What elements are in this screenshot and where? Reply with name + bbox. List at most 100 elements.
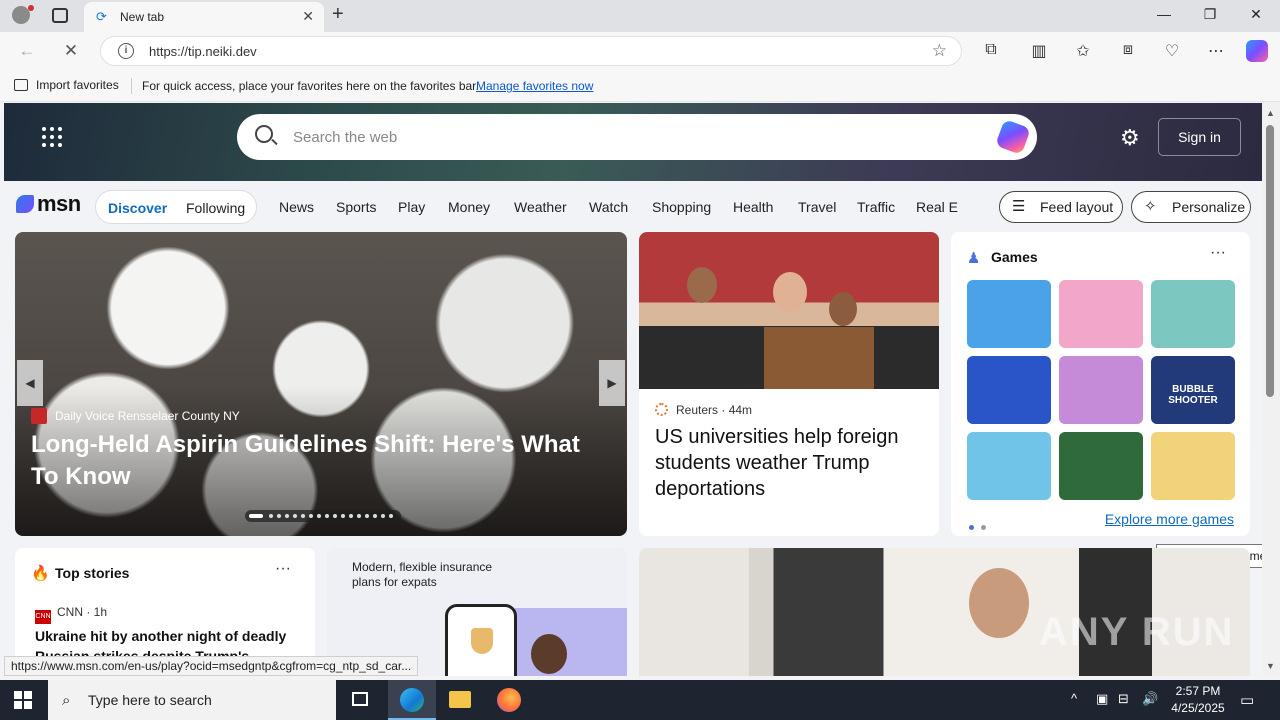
more-options-icon[interactable]: ··· <box>275 560 291 578</box>
carousel-prev-icon[interactable]: ◀ <box>17 360 43 406</box>
explore-more-games-link[interactable]: Explore more games <box>1105 511 1234 527</box>
block-puzzle-game-tile[interactable] <box>967 356 1051 424</box>
nav-sports[interactable]: Sports <box>336 199 376 215</box>
news-card-reuters[interactable]: Reuters · 44m US universities help forei… <box>639 232 939 536</box>
carousel-dot[interactable] <box>309 514 313 518</box>
stop-loading-icon[interactable]: ✕ <box>60 41 82 61</box>
show-hidden-icons-icon[interactable]: ^ <box>1071 691 1077 706</box>
carousel-dot[interactable] <box>317 514 321 518</box>
carousel-dot[interactable] <box>349 514 353 518</box>
nav-travel[interactable]: Travel <box>798 199 836 215</box>
scroll-down-icon[interactable]: ▼ <box>1266 661 1275 671</box>
carousel-dot[interactable] <box>389 514 393 518</box>
foot-doctor-game-tile[interactable] <box>967 432 1051 500</box>
tab-following[interactable]: Following <box>186 200 245 216</box>
tab-new-tab[interactable]: ⟳ New tab ✕ <box>84 2 324 32</box>
carousel-dot[interactable] <box>381 514 385 518</box>
taskbar-search-box[interactable]: ⌕ Type here to search <box>48 680 336 720</box>
url-text[interactable]: https://tip.neiki.dev <box>149 44 257 59</box>
minimize-icon[interactable]: — <box>1154 6 1174 22</box>
more-options-icon[interactable]: ··· <box>1210 244 1226 262</box>
task-view-icon[interactable] <box>336 680 384 720</box>
close-tab-icon[interactable]: ✕ <box>302 8 314 25</box>
manage-favorites-link[interactable]: Manage favorites now <box>476 79 593 93</box>
story-game-tile[interactable] <box>1151 280 1235 348</box>
settings-gear-icon[interactable]: ⚙ <box>1120 125 1140 151</box>
pager-dot[interactable] <box>969 525 974 530</box>
windows-start-icon[interactable] <box>14 691 32 709</box>
import-favorites-button[interactable]: Import favorites <box>14 78 119 92</box>
nav-health[interactable]: Health <box>733 199 773 215</box>
carousel-dot[interactable] <box>325 514 329 518</box>
favorites-icon[interactable]: ✩ <box>1073 41 1093 61</box>
personalize-button[interactable]: ✧ Personalize <box>1131 191 1251 223</box>
lifestyle-card[interactable]: ANY RUN <box>639 548 1250 676</box>
firefox-icon[interactable] <box>484 680 532 720</box>
dress-up-game-tile[interactable] <box>1059 280 1143 348</box>
copilot-search-icon[interactable] <box>995 119 1031 155</box>
web-search-box[interactable]: Search the web <box>237 114 1037 160</box>
hero-source[interactable]: Daily Voice Rensselaer County NY <box>31 408 240 424</box>
nav-traffic[interactable]: Traffic <box>857 199 895 215</box>
apps-launcher-icon[interactable] <box>42 127 62 147</box>
nav-money[interactable]: Money <box>448 199 490 215</box>
back-icon[interactable]: ← <box>16 41 38 61</box>
device-icon[interactable]: ▣ <box>1096 691 1108 707</box>
file-explorer-icon[interactable] <box>436 680 484 720</box>
browser-essentials-icon[interactable]: ♡ <box>1162 41 1182 61</box>
carousel-dot[interactable] <box>285 514 289 518</box>
makeup-game-tile[interactable] <box>1059 356 1143 424</box>
carousel-dot[interactable] <box>373 514 377 518</box>
copilot-icon[interactable] <box>1246 40 1268 62</box>
split-screen-icon[interactable]: ▥ <box>1029 41 1049 61</box>
nav-weather[interactable]: Weather <box>514 199 567 215</box>
carousel-dot[interactable] <box>277 514 281 518</box>
reuters-headline[interactable]: US universities help foreign students we… <box>655 424 927 502</box>
site-info-icon[interactable]: i <box>118 43 134 59</box>
carousel-dot[interactable] <box>333 514 337 518</box>
more-menu-icon[interactable]: ⋯ <box>1206 41 1226 61</box>
nav-play[interactable]: Play <box>398 199 425 215</box>
new-tab-icon[interactable]: + <box>332 3 344 26</box>
carousel-dot[interactable] <box>293 514 297 518</box>
hero-headline[interactable]: Long-Held Aspirin Guidelines Shift: Here… <box>31 429 611 493</box>
carousel-next-icon[interactable]: ▶ <box>599 360 625 406</box>
favorite-star-icon[interactable]: ☆ <box>932 41 947 61</box>
restore-icon[interactable]: ❐ <box>1200 6 1220 23</box>
address-bar[interactable]: i https://tip.neiki.dev ☆ <box>100 36 962 66</box>
extensions-icon[interactable]: ⧉ <box>981 41 1001 59</box>
carousel-dot[interactable] <box>357 514 361 518</box>
tab-actions-icon[interactable] <box>52 8 68 23</box>
carousel-dot[interactable] <box>365 514 369 518</box>
sign-in-button[interactable]: Sign in <box>1158 118 1241 156</box>
close-window-icon[interactable]: ✕ <box>1246 6 1266 23</box>
page-scrollbar[interactable]: ▲ ▼ <box>1262 103 1280 676</box>
nav-real-estate[interactable]: Real E <box>916 199 958 215</box>
collections-icon[interactable]: ⧈ <box>1118 41 1138 59</box>
taskbar-clock[interactable]: 2:57 PM 4/25/2025 <box>1168 683 1228 717</box>
msn-logo[interactable]: msn <box>16 191 81 217</box>
tab-discover[interactable]: Discover <box>108 200 167 216</box>
feed-layout-button[interactable]: ☰ Feed layout <box>999 191 1123 223</box>
pager-dot[interactable] <box>981 525 986 530</box>
network-icon[interactable]: ⊟ <box>1118 691 1129 707</box>
mahjong-game-tile[interactable] <box>1059 432 1143 500</box>
carousel-dot[interactable] <box>301 514 305 518</box>
scrollbar-thumb[interactable] <box>1266 125 1274 397</box>
scroll-up-icon[interactable]: ▲ <box>1266 108 1275 118</box>
bubble-shooter-game-tile[interactable]: BUBBLE SHOOTER <box>1151 356 1235 424</box>
edge-taskbar-icon[interactable] <box>388 680 436 720</box>
volume-icon[interactable]: 🔊 <box>1142 691 1158 707</box>
carousel-dot[interactable] <box>341 514 345 518</box>
hero-carousel[interactable]: ◀ ▶ Daily Voice Rensselaer County NY Lon… <box>15 232 627 536</box>
carousel-dot[interactable] <box>269 514 273 518</box>
taskbar-search-placeholder[interactable]: Type here to search <box>88 692 212 708</box>
games-title[interactable]: Games <box>991 249 1038 265</box>
carousel-dot[interactable] <box>249 514 263 518</box>
nav-news[interactable]: News <box>279 199 314 215</box>
notifications-icon[interactable]: ▭ <box>1240 691 1254 709</box>
restaurant-game-tile[interactable] <box>967 280 1051 348</box>
top-stories-title[interactable]: Top stories <box>55 565 129 581</box>
cat-puzzle-game-tile[interactable] <box>1151 432 1235 500</box>
nav-watch[interactable]: Watch <box>589 199 628 215</box>
